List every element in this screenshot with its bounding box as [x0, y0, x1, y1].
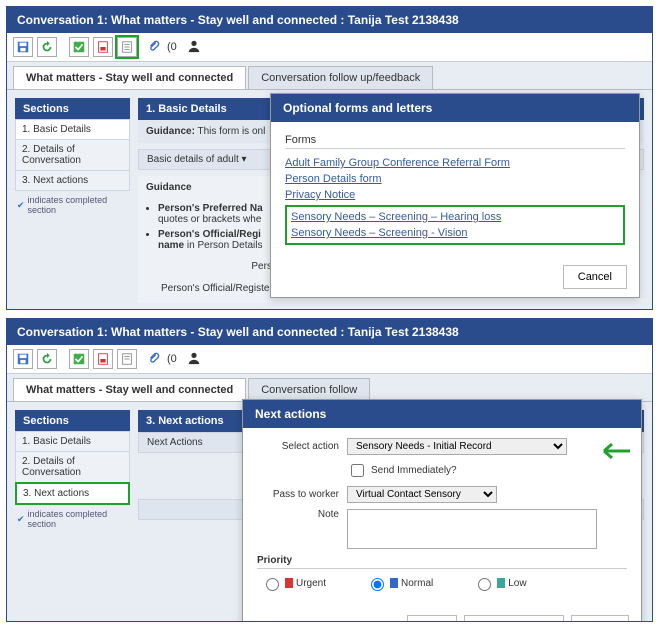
- refresh-icon[interactable]: [37, 349, 57, 369]
- form-link-privacy-notice[interactable]: Privacy Notice: [285, 187, 625, 203]
- tab-followup[interactable]: Conversation follow: [248, 378, 370, 401]
- send-immediately-checkbox[interactable]: [351, 464, 364, 477]
- priority-normal[interactable]: Normal: [366, 575, 433, 591]
- select-action-dropdown[interactable]: Sensory Needs - Initial Record: [347, 438, 567, 455]
- urgent-flag-icon: [285, 578, 293, 588]
- tab-followup[interactable]: Conversation follow up/feedback: [248, 66, 433, 89]
- attachment-icon[interactable]: [147, 351, 161, 368]
- attachment-count: (0: [167, 41, 177, 53]
- add-close-button[interactable]: Add and close: [464, 615, 564, 622]
- sidebar-item-basic-details[interactable]: 1. Basic Details: [15, 431, 130, 452]
- sidebar-item-next-actions[interactable]: 3. Next actions: [15, 482, 130, 505]
- send-immediately-label: Send Immediately?: [371, 465, 457, 476]
- finalize-icon[interactable]: [69, 37, 89, 57]
- low-flag-icon: [497, 578, 505, 588]
- forms-group-label: Forms: [285, 132, 625, 149]
- note-label: Note: [257, 509, 347, 520]
- tab-bar-2: What matters - Stay well and connected C…: [7, 374, 652, 402]
- section-sidebar: Sections 1. Basic Details 2. Details of …: [15, 98, 130, 303]
- completed-note: indicates completed section: [15, 191, 130, 219]
- form-link-person-details[interactable]: Person Details form: [285, 171, 625, 187]
- sidebar-item-next-actions[interactable]: 3. Next actions: [15, 170, 130, 191]
- save-icon[interactable]: [13, 349, 33, 369]
- note-textarea[interactable]: [347, 509, 597, 549]
- next-actions-modal-title: Next actions: [243, 400, 641, 428]
- export-pdf-icon[interactable]: [93, 349, 113, 369]
- tab-what-matters[interactable]: What matters - Stay well and connected: [13, 378, 246, 401]
- priority-label: Priority: [257, 555, 627, 569]
- sidebar-header: Sections: [15, 98, 130, 120]
- normal-flag-icon: [390, 578, 398, 588]
- close-button[interactable]: Close: [571, 615, 629, 622]
- sidebar-item-basic-details[interactable]: 1. Basic Details: [15, 119, 130, 140]
- bottom-pane: Conversation 1: What matters - Stay well…: [6, 318, 653, 622]
- completed-note: indicates completed section: [15, 505, 130, 533]
- forms-modal-title: Optional forms and letters: [271, 94, 639, 122]
- save-icon[interactable]: [13, 37, 33, 57]
- collapse-icon: ▾: [242, 154, 247, 165]
- sidebar-item-details-conversation[interactable]: 2. Details of Conversation: [15, 139, 130, 171]
- tab-what-matters[interactable]: What matters - Stay well and connected: [13, 66, 246, 89]
- window-title: Conversation 1: What matters - Stay well…: [7, 7, 652, 33]
- refresh-icon[interactable]: [37, 37, 57, 57]
- attachment-icon[interactable]: [147, 39, 161, 56]
- form-link-sensory-vision[interactable]: Sensory Needs – Screening - Vision: [291, 225, 619, 241]
- window-title-2: Conversation 1: What matters - Stay well…: [7, 319, 652, 345]
- tab-bar: What matters - Stay well and connected C…: [7, 62, 652, 90]
- forms-letters-icon[interactable]: [117, 349, 137, 369]
- person-icon[interactable]: [187, 39, 201, 56]
- pass-to-worker-dropdown[interactable]: Virtual Contact Sensory: [347, 486, 497, 503]
- sidebar-item-details-conversation[interactable]: 2. Details of Conversation: [15, 451, 130, 483]
- priority-low[interactable]: Low: [473, 575, 526, 591]
- top-pane: Conversation 1: What matters - Stay well…: [6, 6, 653, 310]
- sidebar-header: Sections: [15, 410, 130, 432]
- section-sidebar-2: Sections 1. Basic Details 2. Details of …: [15, 410, 130, 614]
- guidance-subhead: Guidance: [146, 182, 192, 193]
- forms-letters-modal: Optional forms and letters Forms Adult F…: [270, 93, 640, 298]
- annotation-arrow-icon: [592, 439, 632, 466]
- export-pdf-icon[interactable]: [93, 37, 113, 57]
- add-button[interactable]: Add: [407, 615, 457, 622]
- form-link-adult-family[interactable]: Adult Family Group Conference Referral F…: [285, 155, 625, 171]
- cancel-button[interactable]: Cancel: [563, 265, 627, 289]
- finalize-icon[interactable]: [69, 349, 89, 369]
- forms-letters-icon[interactable]: [117, 37, 137, 57]
- next-actions-modal: Next actions Select action Sensory Needs…: [242, 399, 642, 622]
- highlighted-sensory-links: Sensory Needs – Screening – Hearing loss…: [285, 205, 625, 245]
- toolbar: (0: [7, 33, 652, 62]
- priority-urgent[interactable]: Urgent: [261, 575, 326, 591]
- toolbar-2: (0: [7, 345, 652, 374]
- select-action-label: Select action: [257, 441, 347, 452]
- attachment-count: (0: [167, 353, 177, 365]
- pass-to-worker-label: Pass to worker: [257, 489, 347, 500]
- form-link-sensory-hearing[interactable]: Sensory Needs – Screening – Hearing loss: [291, 209, 619, 225]
- person-icon[interactable]: [187, 351, 201, 368]
